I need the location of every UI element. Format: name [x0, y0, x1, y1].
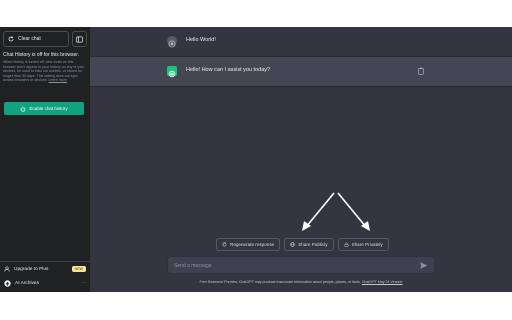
- footer-disclaimer: Free Research Preview. ChatGPT may produ…: [90, 280, 512, 284]
- chat-main: Hello World! Hello! How can I assist you…: [90, 27, 512, 292]
- account-name: AI Archives: [15, 280, 39, 286]
- message-input[interactable]: [174, 261, 414, 270]
- sidebar-divider: [0, 261, 90, 262]
- share-privately-label: Share Privately: [351, 242, 383, 247]
- power-icon: [21, 106, 26, 112]
- account-menu-button[interactable]: AI Archives ···: [4, 278, 86, 288]
- toggle-sidebar-button[interactable]: [72, 31, 87, 47]
- sidebar-toggle-icon: [76, 36, 83, 42]
- upgrade-label: Upgrade to Plus: [14, 266, 49, 272]
- send-icon[interactable]: [419, 261, 428, 270]
- user-message-row: Hello World!: [90, 27, 512, 57]
- lock-icon: [344, 242, 348, 247]
- regenerate-label: Regenerate response: [230, 242, 275, 247]
- learn-more-link[interactable]: Learn more: [49, 78, 67, 82]
- history-description: When history is turned off, new chats on…: [3, 60, 87, 83]
- account-avatar-icon: [4, 279, 11, 287]
- share-privately-button[interactable]: Share Privately: [337, 238, 389, 251]
- refresh-icon: [222, 242, 227, 247]
- upgrade-to-plus-button[interactable]: Upgrade to Plus NEW: [4, 264, 86, 274]
- new-badge: NEW: [71, 266, 86, 272]
- enable-chat-history-button[interactable]: Enable chat history: [4, 102, 84, 115]
- clear-chat-button[interactable]: Clear chat: [3, 31, 69, 47]
- assistant-message-text: Hello! How can I assist you today?: [186, 67, 271, 73]
- user-avatar-icon: [168, 40, 176, 48]
- enable-chat-history-label: Enable chat history: [29, 106, 68, 111]
- assistant-message-row: Hello! How can I assist you today?: [90, 57, 512, 87]
- chat-history-notice: Chat History is off for this browser. Wh…: [3, 52, 87, 83]
- annotation-arrow-right: [337, 192, 370, 231]
- share-publicly-button[interactable]: Share Publicly: [284, 238, 334, 251]
- annotation-arrow-left: [302, 192, 335, 231]
- regenerate-response-button[interactable]: Regenerate response: [216, 238, 281, 251]
- share-publicly-label: Share Publicly: [298, 242, 328, 247]
- page-bottom-band: [0, 292, 512, 320]
- response-actions: Regenerate response Share Publicly Share…: [216, 238, 389, 251]
- user-avatar: [167, 36, 177, 48]
- user-icon: [4, 266, 10, 272]
- clear-chat-label: Clear chat: [18, 36, 41, 42]
- refresh-icon: [8, 36, 14, 42]
- assistant-avatar: [167, 66, 177, 78]
- globe-icon: [290, 242, 295, 247]
- openai-logo-icon: [168, 70, 176, 78]
- more-options-icon[interactable]: ···: [81, 280, 86, 286]
- history-title: Chat History is off for this browser.: [3, 52, 80, 58]
- message-composer: [167, 256, 435, 274]
- history-text: When history is turned off, new chats on…: [3, 60, 85, 83]
- chat-app: Clear chat Chat History is off for this …: [0, 27, 512, 292]
- clipboard-icon[interactable]: [417, 67, 425, 75]
- version-link[interactable]: ChatGPT May 24 Version: [362, 280, 403, 284]
- user-message-text: Hello World!: [186, 37, 216, 43]
- sidebar: Clear chat Chat History is off for this …: [0, 27, 90, 292]
- sidebar-top: Clear chat: [3, 31, 87, 47]
- disclaimer-text: Free Research Preview. ChatGPT may produ…: [199, 280, 361, 284]
